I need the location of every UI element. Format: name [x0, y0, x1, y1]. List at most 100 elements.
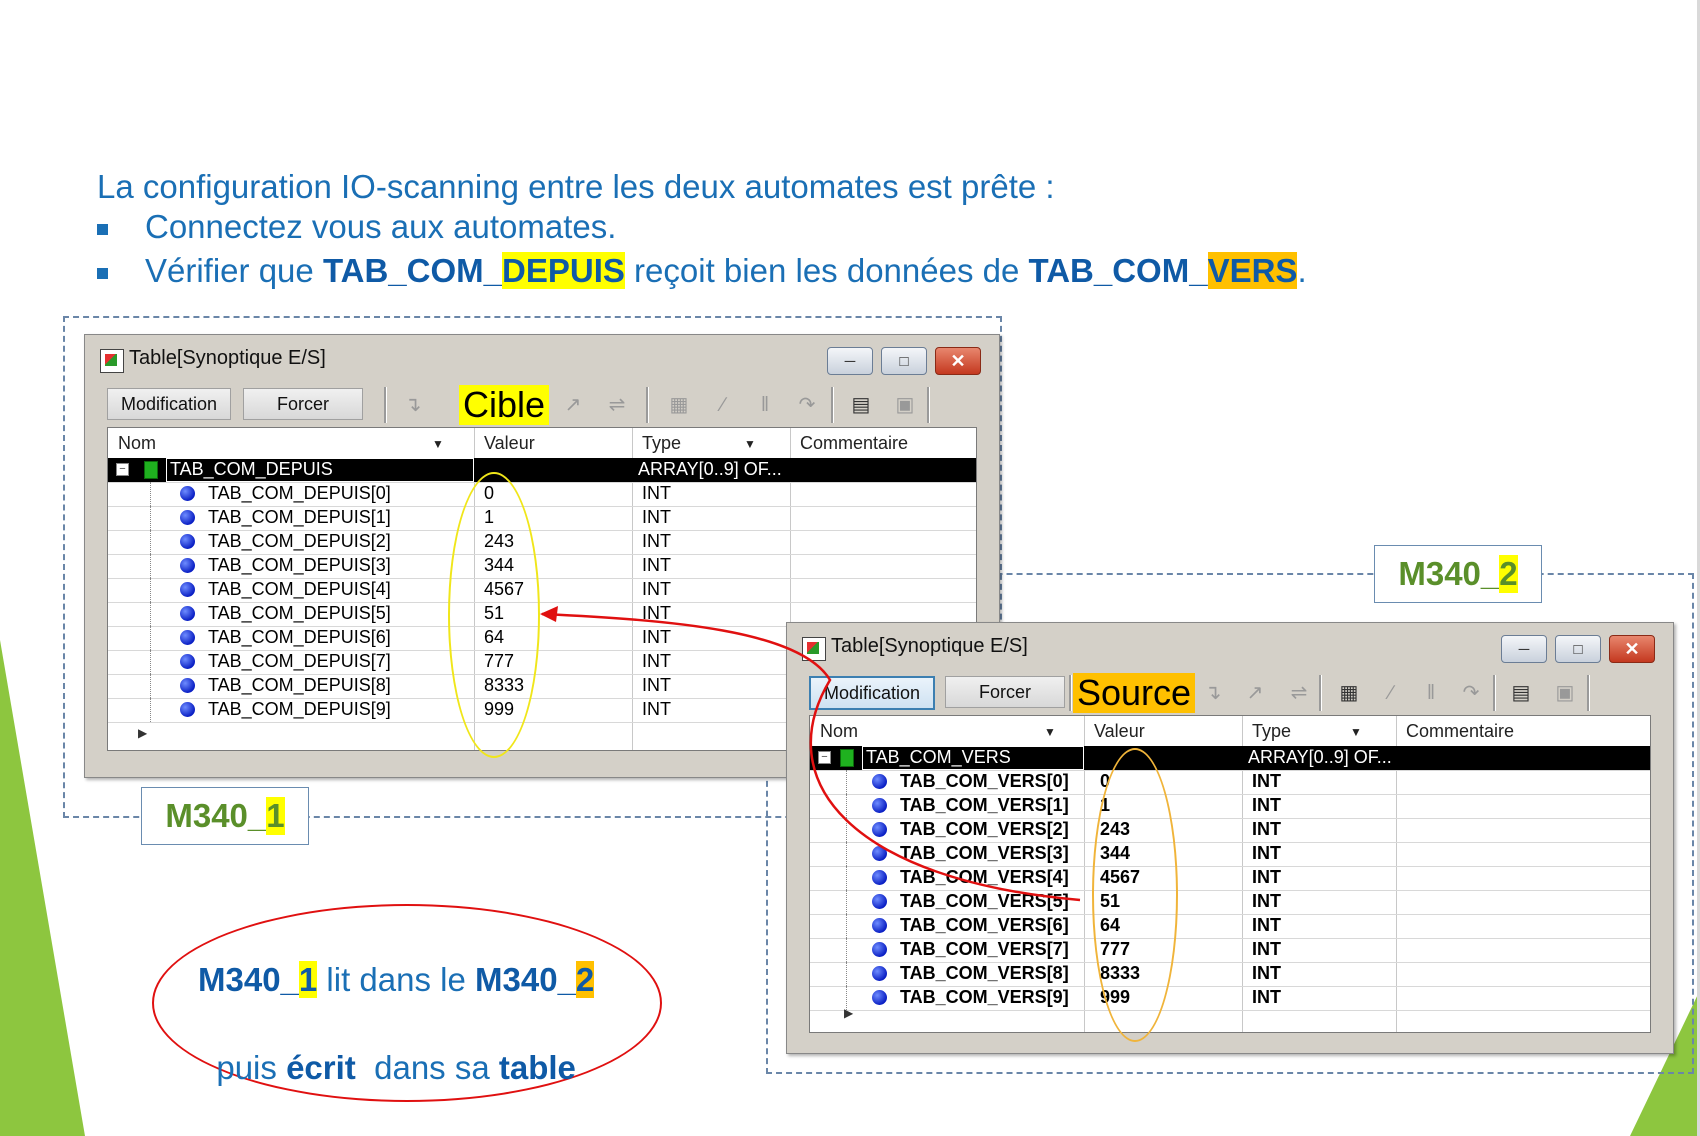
set-icon[interactable]: ∕	[711, 393, 735, 417]
variable-icon	[180, 630, 195, 645]
verify-depuis-highlight: DEPUIS	[502, 252, 625, 289]
tree-line	[150, 674, 152, 698]
chevron-down-icon[interactable]: ▼	[1350, 725, 1362, 739]
table-row[interactable]: TAB_COM_VERS[8] 8333 INT	[810, 962, 1650, 987]
cell-type: INT	[642, 507, 671, 527]
tree-line	[150, 530, 152, 554]
cell-type: INT	[642, 555, 671, 575]
table-row[interactable]: TAB_COM_DEPUIS[1] 1 INT	[108, 506, 976, 531]
struct-icon	[144, 461, 158, 479]
step-icon[interactable]: ↴	[401, 393, 425, 417]
table-row[interactable]: TAB_COM_DEPUIS[3] 344 INT	[108, 554, 976, 579]
toolbar-separator	[831, 387, 834, 423]
parent-name: TAB_COM_DEPUIS	[170, 459, 333, 479]
cell-name: TAB_COM_DEPUIS[8]	[208, 675, 391, 695]
cell-type: INT	[1252, 915, 1281, 935]
m340-2-number: 2	[1499, 555, 1518, 593]
app-icon	[100, 349, 124, 373]
note-m340-1: M340_	[198, 961, 299, 998]
maximize-button[interactable]: □	[881, 347, 927, 375]
force-off-icon[interactable]: ⇌	[605, 393, 629, 417]
bullet-verify-text: Vérifier que TAB_COM_DEPUIS reçoit bien …	[145, 252, 1307, 290]
table-row[interactable]: TAB_COM_VERS[7] 777 INT	[810, 938, 1650, 963]
toolbar-separator	[1587, 675, 1590, 711]
column-commentaire[interactable]: Commentaire	[800, 433, 908, 454]
column-type[interactable]: Type	[642, 433, 681, 454]
tree-line	[150, 650, 152, 674]
unforce-icon[interactable]: ↷	[795, 393, 819, 417]
table-row[interactable]: TAB_COM_VERS[9] 999 INT	[810, 986, 1650, 1011]
explanation-line-1: M340_1 lit dans le M340_2	[198, 958, 595, 1002]
set-icon[interactable]: ∕	[1379, 681, 1403, 705]
variable-icon	[180, 510, 195, 525]
collapse-icon[interactable]: −	[116, 463, 129, 476]
forcer-button[interactable]: Forcer	[243, 388, 363, 420]
cell-type: INT	[1252, 963, 1281, 983]
toolbar-separator	[384, 387, 387, 423]
tree-line	[846, 938, 848, 962]
cell-name: TAB_COM_DEPUIS[3]	[208, 555, 391, 575]
force-on-icon[interactable]: ↗	[1243, 681, 1267, 705]
verify-mid: reçoit bien les données de	[624, 252, 1029, 289]
note-m340-2-number: 2	[575, 961, 595, 998]
table-row[interactable]: TAB_COM_DEPUIS[0] 0 INT	[108, 482, 976, 507]
unforce-icon[interactable]: ↷	[1459, 681, 1483, 705]
cell-type: INT	[1252, 939, 1281, 959]
cell-name: TAB_COM_DEPUIS[9]	[208, 699, 391, 719]
column-commentaire[interactable]: Commentaire	[1406, 721, 1514, 742]
tree-line	[846, 962, 848, 986]
maximize-button[interactable]: □	[1555, 635, 1601, 663]
variable-icon	[180, 606, 195, 621]
cell-type: INT	[642, 531, 671, 551]
variable-icon	[180, 678, 195, 693]
reset-icon[interactable]: ‖	[1419, 681, 1443, 705]
column-valeur[interactable]: Valeur	[484, 433, 535, 454]
cell-name: TAB_COM_DEPUIS[7]	[208, 651, 391, 671]
table-icon[interactable]: ▣	[1553, 681, 1577, 705]
grid-icon[interactable]: ▦	[1337, 681, 1361, 705]
force-off-icon[interactable]: ⇌	[1287, 681, 1311, 705]
cell-type: INT	[642, 579, 671, 599]
m340-1-number: 1	[266, 797, 285, 835]
force-on-icon[interactable]: ↗	[561, 393, 585, 417]
window-title: Table[Synoptique E/S]	[129, 347, 326, 369]
m340-1-label: M340_ 1	[141, 787, 309, 845]
close-button[interactable]: ✕	[935, 347, 981, 375]
minimize-button[interactable]: ─	[1501, 635, 1547, 663]
minimize-button[interactable]: ─	[827, 347, 873, 375]
title-bar[interactable]: Table[Synoptique E/S] ─ □ ✕	[85, 335, 999, 383]
table-row-parent[interactable]: − TAB_COM_DEPUIS ARRAY[0..9] OF...	[108, 458, 976, 483]
cell-name: TAB_COM_DEPUIS[5]	[208, 603, 391, 623]
table-icon[interactable]: ▣	[893, 393, 917, 417]
cell-type: INT	[1252, 771, 1281, 791]
cell-name: TAB_COM_DEPUIS[6]	[208, 627, 391, 647]
grid-icon[interactable]: ▦	[667, 393, 691, 417]
bullet-marker	[97, 268, 108, 279]
chevron-down-icon[interactable]: ▼	[432, 437, 444, 451]
cell-name: TAB_COM_DEPUIS[1]	[208, 507, 391, 527]
cell-name: TAB_COM_DEPUIS[2]	[208, 531, 391, 551]
column-nom[interactable]: Nom	[118, 433, 156, 454]
note-reads: lit dans le	[317, 961, 476, 998]
column-type[interactable]: Type	[1252, 721, 1291, 742]
toolbar: Modification Forcer ↴ Cible ↗ ⇌ ▦ ∕ ‖ ↷ …	[101, 383, 983, 427]
tree-line	[150, 506, 152, 530]
cell-name: TAB_COM_DEPUIS[4]	[208, 579, 391, 599]
chevron-down-icon[interactable]: ▼	[744, 437, 756, 451]
note-m340-1-number: 1	[298, 961, 318, 998]
variable-icon	[180, 654, 195, 669]
m340-2-label: M340_ 2	[1374, 545, 1542, 603]
toolbar-separator	[927, 387, 930, 423]
close-button[interactable]: ✕	[1609, 635, 1655, 663]
transfer-arrow	[540, 606, 1081, 902]
bullet-marker	[97, 224, 108, 235]
toolbar-separator	[646, 387, 649, 423]
animation-icon[interactable]: ▤	[849, 393, 873, 417]
modification-button[interactable]: Modification	[107, 388, 231, 420]
tree-line	[150, 554, 152, 578]
step-icon[interactable]: ↴	[1201, 681, 1225, 705]
table-row[interactable]: TAB_COM_DEPUIS[2] 243 INT	[108, 530, 976, 555]
animation-icon[interactable]: ▤	[1509, 681, 1533, 705]
reset-icon[interactable]: ‖	[753, 393, 777, 417]
verify-depuis-prefix: TAB_COM_	[322, 252, 503, 289]
